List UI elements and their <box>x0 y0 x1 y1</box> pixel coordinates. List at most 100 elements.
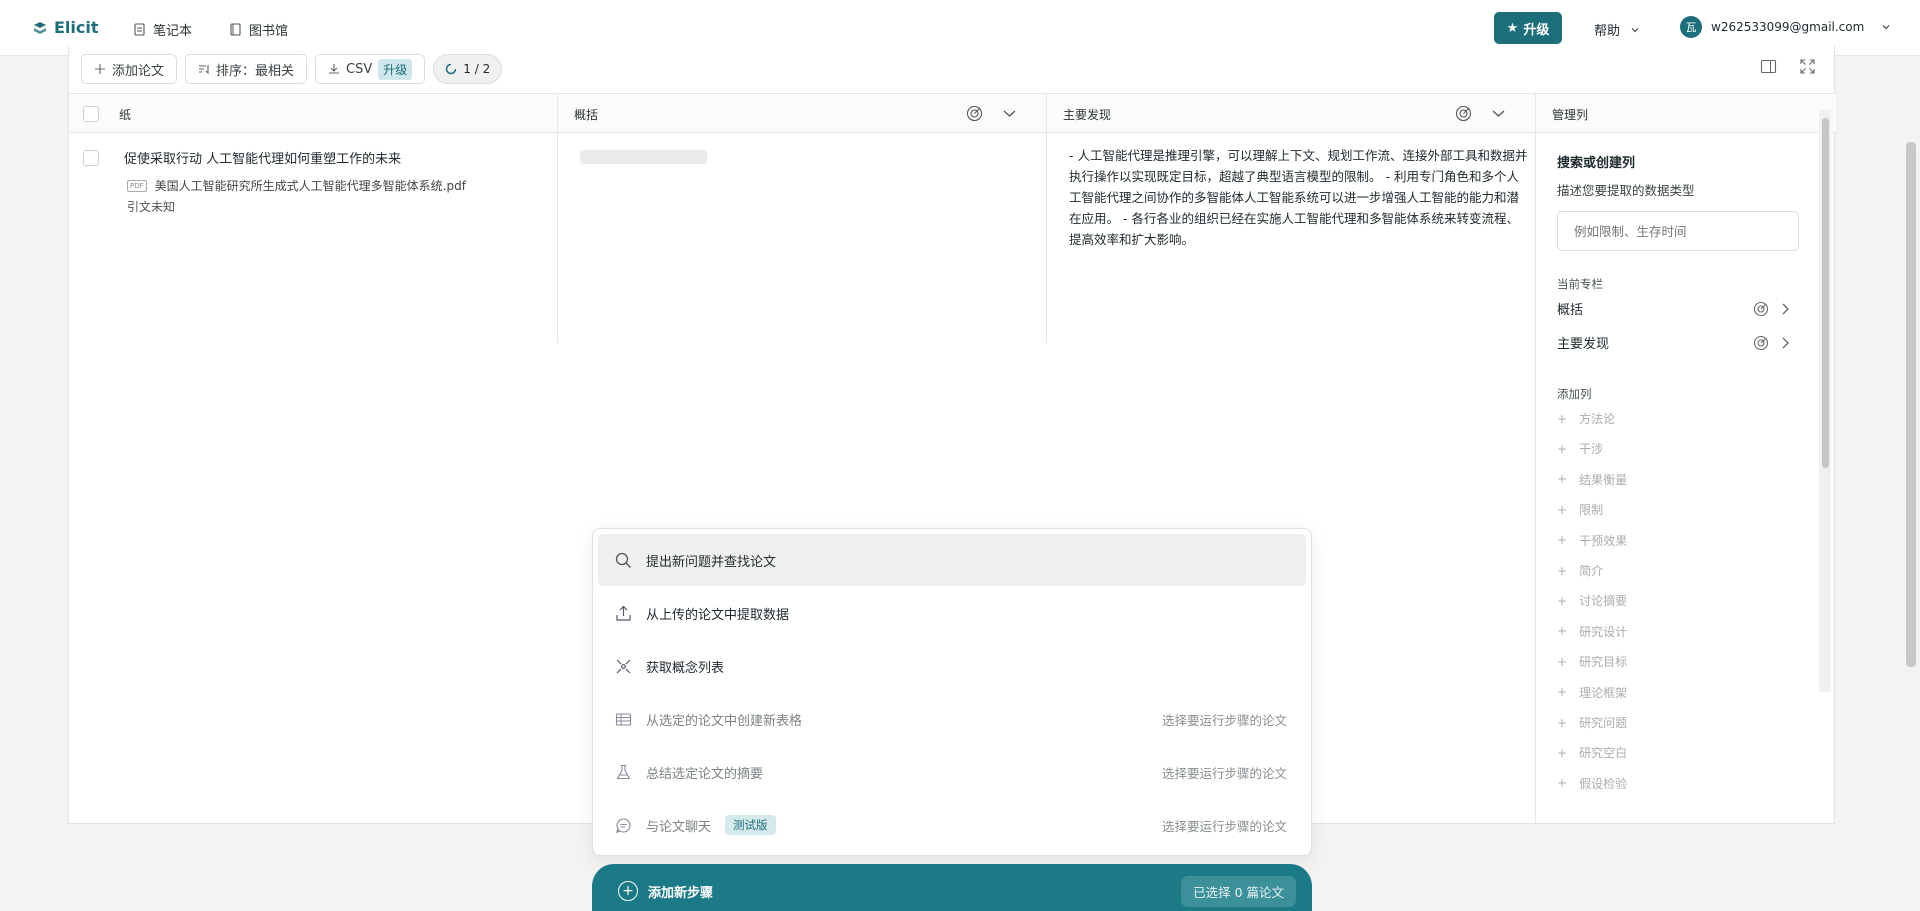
page-scrollbar[interactable] <box>1906 142 1916 667</box>
sidebar-toggle-icon[interactable] <box>1760 58 1777 75</box>
menu-item-hint: 选择要运行步骤的论文 <box>1161 712 1287 728</box>
add-column-label: 研究目标 <box>1579 655 1628 670</box>
upgrade-button[interactable]: ★ 升级 <box>1494 12 1562 44</box>
menu-item-new-question[interactable]: 提出新问题并查找论文 <box>598 534 1306 586</box>
add-column-item[interactable]: + 假设检验 <box>1557 775 1627 792</box>
add-column-item[interactable]: + 研究空白 <box>1557 744 1627 761</box>
plus-icon <box>95 64 105 74</box>
sort-icon <box>199 65 209 75</box>
menu-item-concepts[interactable]: 获取概念列表 <box>598 640 1306 692</box>
flask-icon <box>616 764 631 779</box>
plus-icon: + <box>1557 654 1568 669</box>
target-icon[interactable] <box>1455 105 1472 122</box>
add-column-item[interactable]: + 讨论摘要 <box>1557 592 1627 609</box>
add-column-item[interactable]: + 理论框架 <box>1557 684 1627 701</box>
add-column-item[interactable]: + 方法论 <box>1557 410 1615 427</box>
current-column-summary[interactable]: 概括 <box>1557 299 1793 318</box>
summary-cell <box>558 133 1047 343</box>
notebook-icon <box>134 23 145 36</box>
add-column-item[interactable]: + 研究目标 <box>1557 653 1627 670</box>
add-column-item[interactable]: + 限制 <box>1557 501 1603 518</box>
nav-notebook[interactable]: 笔记本 <box>133 20 192 39</box>
concept-icon <box>616 659 631 673</box>
table-header: 纸 概括 主要发现 管理列 <box>69 93 1836 134</box>
row-checkbox[interactable] <box>83 150 99 166</box>
nav-library-label: 图书馆 <box>249 24 289 39</box>
csv-label: CSV <box>346 61 373 77</box>
avatar: 瓦 <box>1680 16 1702 38</box>
menu-item-label: 提出新问题并查找论文 <box>646 554 777 570</box>
library-icon <box>230 23 241 36</box>
chevron-right-icon[interactable] <box>1777 335 1793 351</box>
current-column-findings[interactable]: 主要发现 <box>1557 333 1793 352</box>
add-column-item[interactable]: + 干涉 <box>1557 440 1603 457</box>
add-column-label: 干涉 <box>1579 442 1604 457</box>
nav-notebook-label: 笔记本 <box>153 24 193 39</box>
progress-indicator: 1 / 2 <box>433 54 503 84</box>
add-column-item[interactable]: + 研究问题 <box>1557 714 1627 731</box>
pdf-attachment[interactable]: PDF 美国人工智能研究所生成式人工智能代理多智能体系统.pdf <box>127 177 466 194</box>
manage-description: 描述您要提取的数据类型 <box>1557 183 1695 198</box>
add-column-label: 假设检验 <box>1579 776 1628 791</box>
citation-text: 引文未知 <box>127 200 176 214</box>
add-column-item[interactable]: + 简介 <box>1557 562 1603 579</box>
target-icon[interactable] <box>1753 301 1769 317</box>
plus-icon: + <box>1557 411 1568 426</box>
target-icon[interactable] <box>966 105 983 122</box>
column-header-paper[interactable]: 纸 <box>69 94 558 134</box>
progress-text: 1 / 2 <box>463 62 491 76</box>
user-email: w262533099@gmail.com <box>1711 20 1865 34</box>
chevron-down-icon[interactable] <box>1490 105 1507 122</box>
pdf-icon: PDF <box>127 179 147 192</box>
elicit-logo[interactable]: Elicit <box>32 18 99 37</box>
add-step-button[interactable]: + 添加新步骤 已选择 0 篇论文 <box>592 864 1312 911</box>
paper-cell: 促使采取行动 人工智能代理如何重塑工作的未来 PDF 美国人工智能研究所生成式人… <box>69 133 558 343</box>
target-icon[interactable] <box>1753 335 1769 351</box>
sort-button[interactable]: 排序：最相关 <box>185 54 308 84</box>
table-icon <box>615 712 632 726</box>
column-header-manage: 管理列 <box>1536 94 1836 134</box>
column-title-manage: 管理列 <box>1552 107 1589 122</box>
chevron-down-icon[interactable] <box>1001 105 1018 122</box>
column-search-input[interactable] <box>1557 211 1799 251</box>
menu-item-new-table[interactable]: 从选定的论文中创建新表格 选择要运行步骤的论文 <box>598 693 1306 745</box>
csv-upgrade-tag: 升级 <box>378 58 413 80</box>
help-menu[interactable]: 帮助 <box>1594 20 1640 39</box>
menu-item-chat[interactable]: 与论文聊天 测试版 选择要运行步骤的论文 <box>598 799 1306 851</box>
plus-icon: + <box>1557 745 1568 760</box>
csv-export-button[interactable]: CSV 升级 <box>315 54 426 84</box>
manage-scrollbar[interactable] <box>1819 110 1831 692</box>
paper-title[interactable]: 促使采取行动 人工智能代理如何重塑工作的未来 <box>124 148 401 167</box>
column-header-main-findings[interactable]: 主要发现 <box>1047 94 1536 134</box>
column-header-summary[interactable]: 概括 <box>558 94 1047 134</box>
add-column-item[interactable]: + 结果衡量 <box>1557 471 1627 488</box>
help-label: 帮助 <box>1594 24 1621 39</box>
column-title-findings: 主要发现 <box>1063 107 1112 122</box>
table-row: 促使采取行动 人工智能代理如何重塑工作的未来 PDF 美国人工智能研究所生成式人… <box>69 133 1536 343</box>
plus-icon: + <box>1557 776 1568 791</box>
expand-icon[interactable] <box>1799 58 1816 75</box>
menu-item-summarize[interactable]: 总结选定论文的摘要 选择要运行步骤的论文 <box>598 746 1306 798</box>
add-paper-button[interactable]: 添加论文 <box>81 54 178 84</box>
nav-library[interactable]: 图书馆 <box>229 20 288 39</box>
select-all-checkbox[interactable] <box>83 106 99 122</box>
add-column-label: 简介 <box>1579 564 1604 578</box>
menu-item-label: 从选定的论文中创建新表格 <box>646 713 803 729</box>
chevron-down-icon <box>1631 27 1639 32</box>
manage-title: 搜索或创建列 <box>1557 156 1636 171</box>
add-paper-label: 添加论文 <box>112 63 165 79</box>
add-column-item[interactable]: + 干预效果 <box>1557 532 1627 549</box>
scrollbar-thumb[interactable] <box>1822 118 1829 468</box>
add-column-item[interactable]: + 研究设计 <box>1557 623 1627 640</box>
search-icon <box>615 552 631 568</box>
user-menu[interactable]: 瓦 w262533099@gmail.com <box>1680 16 1891 38</box>
chevron-right-icon[interactable] <box>1777 301 1793 317</box>
star-icon: ★ <box>1506 20 1519 36</box>
add-column-label: 研究设计 <box>1579 624 1628 639</box>
menu-item-extract-data[interactable]: 从上传的论文中提取数据 <box>598 587 1306 639</box>
add-column-label: 干预效果 <box>1579 533 1628 548</box>
current-columns-label: 当前专栏 <box>1557 277 1603 291</box>
menu-item-label: 总结选定论文的摘要 <box>646 766 764 782</box>
add-column-label: 结果衡量 <box>1579 472 1628 487</box>
view-controls <box>1760 58 1816 75</box>
